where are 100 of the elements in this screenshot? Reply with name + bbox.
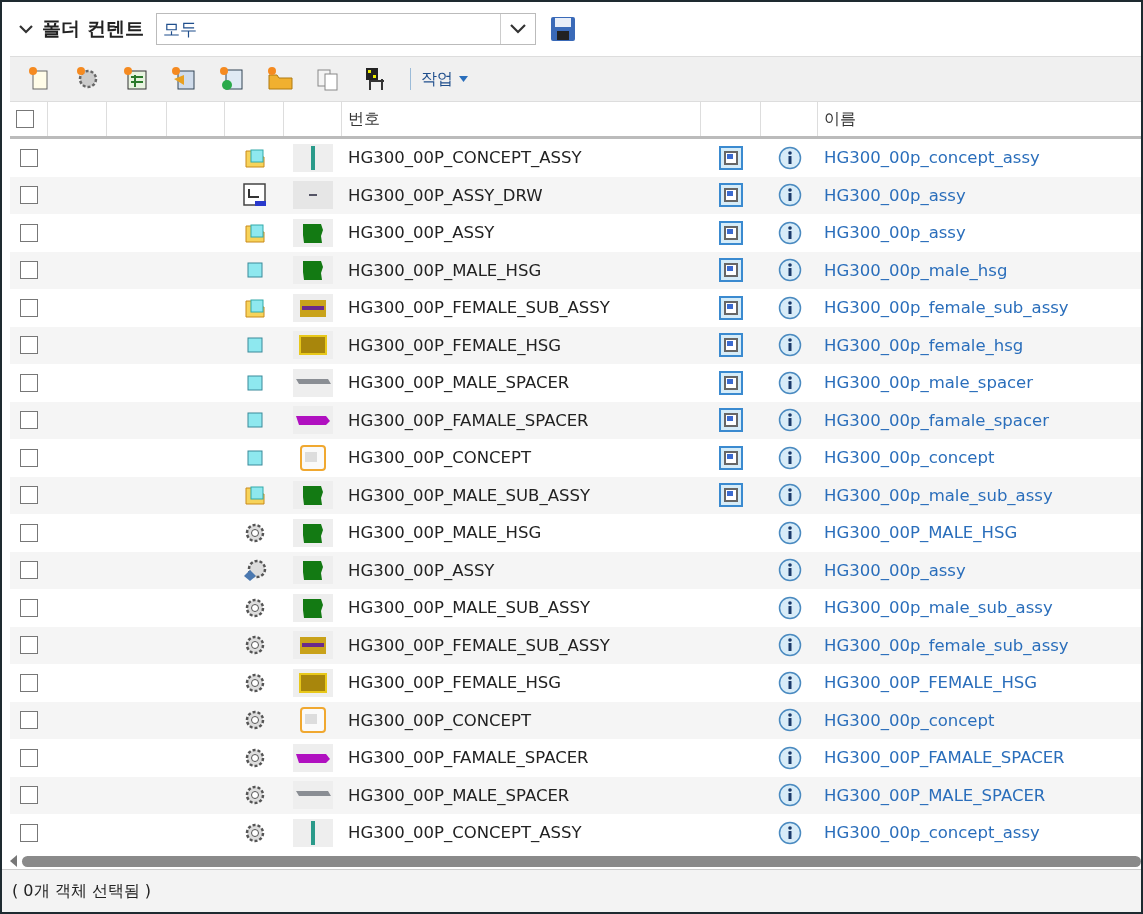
actions-menu[interactable]: 작업 bbox=[421, 68, 468, 90]
collapse-icon[interactable] bbox=[18, 23, 34, 35]
info-icon[interactable] bbox=[777, 445, 802, 470]
item-link[interactable]: HG300_00p_assy bbox=[818, 223, 966, 243]
viewable-icon[interactable] bbox=[718, 369, 744, 396]
table-cell-text: HG300_00P_FEMALE_HSG bbox=[347, 335, 563, 355]
table-cell-text: HG300_00P_MALE_SUB_ASSY bbox=[347, 485, 591, 505]
scroll-left-icon[interactable] bbox=[10, 855, 18, 867]
info-icon[interactable] bbox=[777, 483, 802, 508]
info-icon[interactable] bbox=[777, 783, 802, 808]
info-icon[interactable] bbox=[777, 370, 802, 395]
item-link[interactable]: HG300_00p_assy bbox=[818, 560, 966, 580]
info-icon[interactable] bbox=[777, 145, 802, 170]
caret-icon bbox=[459, 76, 468, 82]
viewable-icon[interactable] bbox=[718, 182, 744, 209]
table-cell-text: HG300_00P_FEMALE_SUB_ASSY bbox=[347, 298, 611, 318]
table-cell-text: HG300_00P_CONCEPT bbox=[347, 448, 532, 468]
viewable-icon[interactable] bbox=[718, 332, 744, 359]
item-link[interactable]: HG300_00P_FEMALE_HSG bbox=[818, 673, 1038, 693]
row-checkbox[interactable] bbox=[20, 448, 38, 467]
row-checkbox[interactable] bbox=[20, 523, 38, 542]
select-all-checkbox[interactable] bbox=[16, 110, 34, 128]
table-cell-text: HG300_00P_MALE_HSG bbox=[347, 260, 543, 280]
info-icon[interactable] bbox=[777, 220, 802, 245]
row-checkbox[interactable] bbox=[20, 223, 38, 242]
row-checkbox[interactable] bbox=[20, 186, 38, 205]
viewable-icon[interactable] bbox=[718, 482, 744, 509]
item-link[interactable]: HG300_00p_male_hsg bbox=[818, 260, 1008, 280]
row-checkbox[interactable] bbox=[20, 411, 38, 430]
item-link[interactable]: HG300_00p_male_sub_assy bbox=[818, 598, 1053, 618]
item-link[interactable]: HG300_00p_female_sub_assy bbox=[818, 298, 1069, 318]
table-cell-text: HG300_00P_FEMALE_SUB_ASSY bbox=[347, 635, 611, 655]
info-icon[interactable] bbox=[777, 183, 802, 208]
row-checkbox[interactable] bbox=[20, 148, 38, 167]
info-icon[interactable] bbox=[777, 558, 802, 583]
item-link[interactable]: HG300_00P_FAMALE_SPACER bbox=[818, 748, 1065, 768]
item-link[interactable]: HG300_00p_concept_assy bbox=[818, 823, 1040, 843]
viewable-icon[interactable] bbox=[718, 444, 744, 471]
row-checkbox[interactable] bbox=[20, 336, 38, 355]
item-link[interactable]: HG300_00p_male_spacer bbox=[818, 373, 1033, 393]
approved-document-icon[interactable] bbox=[218, 65, 246, 93]
row-checkbox[interactable] bbox=[20, 748, 38, 767]
info-icon[interactable] bbox=[777, 670, 802, 695]
status-text: ( 0개 객체 선택됨 ) bbox=[12, 880, 151, 902]
viewable-icon[interactable] bbox=[718, 407, 744, 434]
table-cell-text: HG300_00P_MALE_HSG bbox=[347, 523, 543, 543]
info-icon[interactable] bbox=[777, 333, 802, 358]
viewable-icon[interactable] bbox=[718, 294, 744, 321]
viewable-icon[interactable] bbox=[718, 257, 744, 284]
item-link[interactable]: HG300_00p_male_sub_assy bbox=[818, 485, 1053, 505]
info-icon[interactable] bbox=[777, 595, 802, 620]
row-checkbox[interactable] bbox=[20, 561, 38, 580]
table-cell-text: HG300_00P_CONCEPT_ASSY bbox=[347, 823, 583, 843]
section-title: 폴더 컨텐트 bbox=[42, 16, 144, 41]
info-icon[interactable] bbox=[777, 745, 802, 770]
info-icon[interactable] bbox=[777, 258, 802, 283]
table-cell-text: HG300_00P_ASSY bbox=[347, 223, 496, 243]
save-icon[interactable] bbox=[549, 16, 576, 42]
row-checkbox[interactable] bbox=[20, 261, 38, 280]
row-checkbox[interactable] bbox=[20, 298, 38, 317]
megaphone-icon[interactable] bbox=[170, 65, 198, 93]
row-checkbox[interactable] bbox=[20, 636, 38, 655]
chevron-icon bbox=[508, 23, 527, 35]
row-checkbox[interactable] bbox=[20, 486, 38, 505]
item-link[interactable]: HG300_00p_concept bbox=[818, 448, 995, 468]
row-checkbox[interactable] bbox=[20, 823, 38, 842]
item-link[interactable]: HG300_00p_concept_assy bbox=[818, 148, 1040, 168]
info-icon[interactable] bbox=[777, 295, 802, 320]
row-checkbox[interactable] bbox=[20, 673, 38, 692]
row-checkbox[interactable] bbox=[20, 598, 38, 617]
table-cell-text: HG300_00P_FAMALE_SPACER bbox=[347, 748, 590, 768]
table-cell-text: HG300_00P_CONCEPT_ASSY bbox=[347, 148, 583, 168]
info-icon[interactable] bbox=[777, 408, 802, 433]
table-cell-text: HG300_00P_MALE_SPACER bbox=[347, 785, 571, 805]
info-icon[interactable] bbox=[777, 633, 802, 658]
item-link[interactable]: HG300_00P_MALE_SPACER bbox=[818, 785, 1046, 805]
row-checkbox[interactable] bbox=[20, 373, 38, 392]
item-link[interactable]: HG300_00p_assy bbox=[818, 185, 966, 205]
viewable-icon[interactable] bbox=[718, 144, 744, 171]
info-icon[interactable] bbox=[777, 708, 802, 733]
filter-dropdown[interactable]: 모두 bbox=[155, 13, 536, 45]
table-cell-text: HG300_00P_MALE_SUB_ASSY bbox=[347, 598, 591, 618]
row-checkbox[interactable] bbox=[20, 786, 38, 805]
table-cell-text: HG300_00P_FAMALE_SPACER bbox=[347, 410, 590, 430]
table-cell-text: HG300_00P_ASSY bbox=[347, 560, 496, 580]
scrollbar-thumb[interactable] bbox=[22, 855, 1141, 867]
column-header[interactable]: 번호 bbox=[342, 102, 701, 136]
item-link[interactable]: HG300_00P_MALE_HSG bbox=[818, 523, 1018, 543]
viewable-icon[interactable] bbox=[718, 219, 744, 246]
info-icon[interactable] bbox=[777, 820, 802, 845]
row-checkbox[interactable] bbox=[20, 711, 38, 730]
item-link[interactable]: HG300_00p_concept bbox=[818, 710, 995, 730]
table-cell-text: HG300_00P_FEMALE_HSG bbox=[347, 673, 563, 693]
table-cell-text: HG300_00P_ASSY_DRW bbox=[347, 185, 544, 205]
info-icon[interactable] bbox=[777, 520, 802, 545]
item-link[interactable]: HG300_00p_female_sub_assy bbox=[818, 635, 1069, 655]
item-link[interactable]: HG300_00p_famale_spacer bbox=[818, 410, 1049, 430]
item-link[interactable]: HG300_00p_female_hsg bbox=[818, 335, 1024, 355]
column-header[interactable]: 이름 bbox=[818, 102, 1141, 136]
spreadsheet-icon[interactable] bbox=[122, 65, 150, 93]
